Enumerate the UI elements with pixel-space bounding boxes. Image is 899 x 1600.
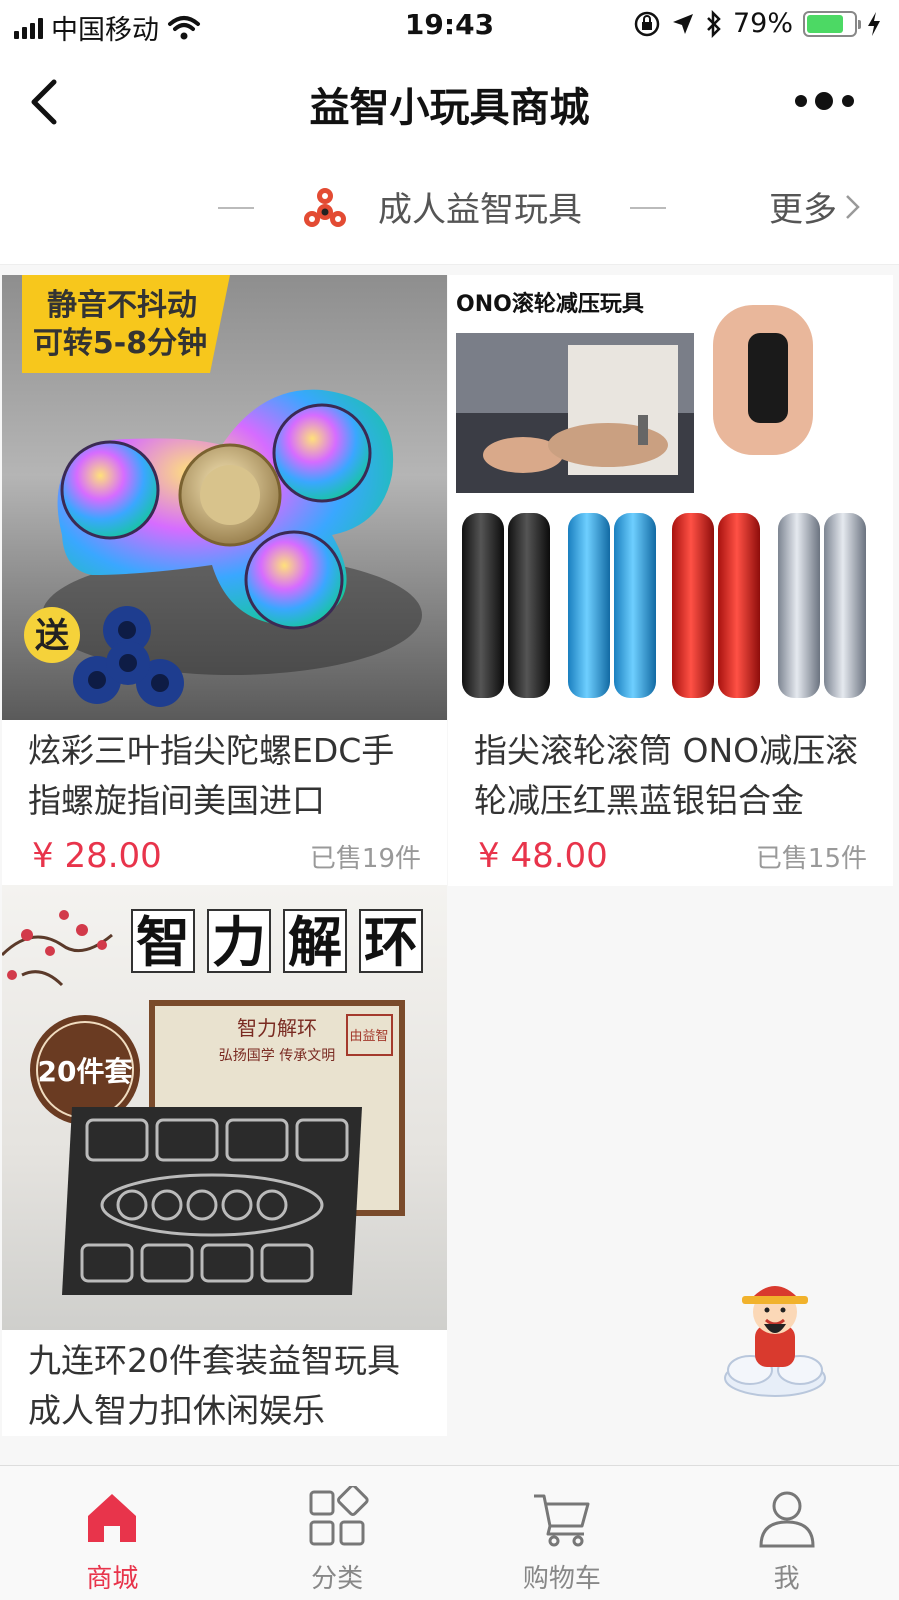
product-image: ONO滚轮减压玩具	[448, 275, 893, 720]
product-sold-count: 已售15件	[755, 844, 867, 874]
category-icon	[309, 1486, 369, 1546]
banner-line-1: 静音不抖动	[47, 288, 197, 323]
box-seal: 由益智	[349, 1029, 388, 1044]
tab-category[interactable]: 分类	[225, 1466, 450, 1600]
product-card-puzzle-rings[interactable]: 智 力 解 环 智力解环 弘扬国学 传承文明 由益智 20件套 九连环20件套装…	[2, 885, 447, 1436]
tab-label: 购物车	[522, 1564, 601, 1594]
rotation-lock-icon	[634, 11, 660, 36]
product-name: 炫彩三叶指尖陀螺EDC手指螺旋指间美国进口	[28, 731, 395, 820]
bluetooth-icon	[707, 9, 721, 38]
battery-percent: 79%	[732, 8, 793, 39]
user-icon	[759, 1491, 815, 1548]
headline-char-2: 力	[212, 910, 266, 974]
product-card-spinner[interactable]: 送 静音不抖动 可转5-8分钟 炫彩三叶指尖陀螺EDC手指螺旋指间美国进口 ¥ …	[2, 275, 447, 886]
fidget-spinner-illustration: 送 静音不抖动 可转5-8分钟	[22, 275, 422, 707]
tab-label: 商城	[86, 1564, 139, 1594]
product-price: ¥ 48.00	[478, 836, 608, 876]
spinner-icon	[304, 188, 346, 227]
tab-mall[interactable]: 商城	[0, 1466, 225, 1600]
page-title: 益智小玩具商城	[309, 85, 590, 131]
more-label: 更多	[769, 190, 837, 230]
tab-label: 我	[773, 1564, 800, 1594]
product-meta: ¥ 48.00 已售15件	[448, 826, 893, 886]
gift-label: 送	[35, 616, 69, 656]
tab-me[interactable]: 我	[674, 1466, 899, 1600]
product-card-ono-roller[interactable]: ONO滚轮减压玩具 指尖滚轮滚筒 ONO减压滚轮减压红黑蓝银铝合金 ¥ 48.0…	[448, 275, 893, 886]
product-name: 九连环20件套装益智玩具 成人智力扣休闲娱乐	[28, 1341, 400, 1430]
mascot-icon[interactable]	[720, 1270, 830, 1400]
more-options-icon[interactable]	[791, 86, 861, 116]
product-image: 智 力 解 环 智力解环 弘扬国学 传承文明 由益智 20件套	[2, 885, 447, 1330]
status-bar: 中国移动 19:43 79%	[0, 0, 899, 50]
divider-left	[218, 207, 254, 209]
tab-label: 分类	[311, 1564, 364, 1594]
product-sold-count: 已售19件	[309, 844, 421, 874]
tab-cart[interactable]: 购物车	[450, 1466, 675, 1600]
status-right: 79%	[633, 8, 881, 39]
more-link[interactable]: 更多	[769, 182, 863, 231]
box-subtitle: 弘扬国学 传承文明	[219, 1048, 335, 1064]
battery-fill	[807, 14, 844, 33]
banner-title: ONO滚轮减压玩具	[456, 291, 644, 317]
charging-icon	[868, 11, 880, 36]
puzzle-ring-illustration: 智 力 解 环 智力解环 弘扬国学 传承文明 由益智 20件套	[2, 909, 423, 1295]
section-title: 成人益智玩具	[378, 190, 582, 230]
headline-char-4: 环	[364, 910, 418, 974]
nav-bar: 益智小玩具商城	[0, 50, 899, 150]
badge-label: 20件套	[38, 1055, 134, 1088]
tab-bar: 商城 分类 购物车 我	[0, 1465, 899, 1600]
divider-right	[630, 207, 666, 209]
headline-char-3: 解	[288, 910, 342, 974]
product-image: 送 静音不抖动 可转5-8分钟	[2, 275, 447, 720]
ono-roller-illustration: ONO滚轮减压玩具	[456, 291, 866, 698]
chevron-right-icon	[846, 194, 860, 219]
headline-char-1: 智	[136, 910, 190, 974]
product-price: ¥ 28.00	[32, 836, 162, 876]
cart-icon	[533, 1494, 590, 1547]
banner-line-2: 可转5-8分钟	[33, 326, 207, 361]
product-meta: ¥ 28.00 已售19件	[2, 826, 447, 886]
home-icon	[88, 1494, 137, 1542]
section-header: 成人益智玩具 更多	[0, 150, 899, 265]
box-title: 智力解环	[237, 1016, 317, 1040]
location-icon	[672, 13, 693, 34]
product-name: 指尖滚轮滚筒 ONO减压滚轮减压红黑蓝银铝合金	[474, 731, 859, 820]
battery-icon	[803, 10, 861, 37]
